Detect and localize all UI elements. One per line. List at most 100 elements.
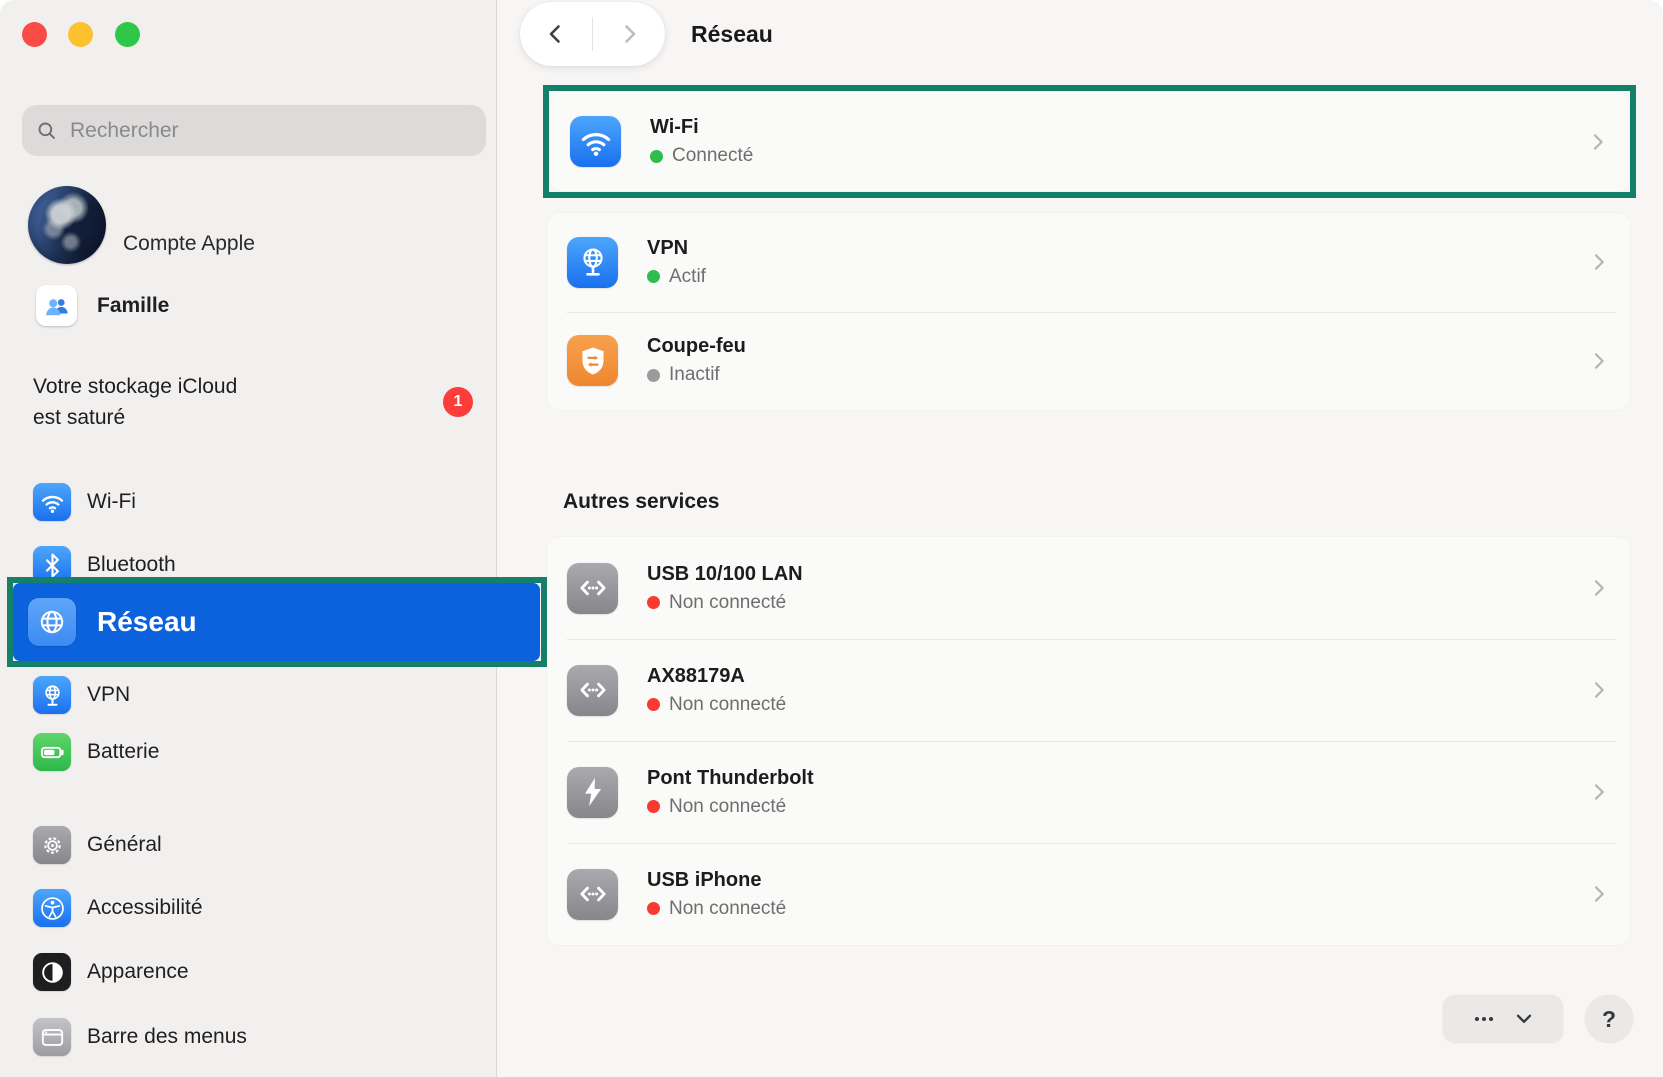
- status-label: Non connecté: [669, 694, 786, 716]
- menubar-icon: [33, 1018, 71, 1056]
- service-row-usb-lan[interactable]: USB 10/100 LAN Non connecté: [547, 537, 1630, 639]
- service-status: Inactif: [647, 364, 746, 386]
- bolt-icon: [567, 767, 618, 818]
- service-title: USB iPhone: [647, 869, 786, 892]
- appearance-icon: [33, 953, 71, 991]
- service-status: Non connecté: [647, 796, 814, 818]
- sidebar-item-bluetooth[interactable]: Bluetooth: [33, 546, 473, 584]
- service-title: Pont Thunderbolt: [647, 767, 814, 790]
- sidebar-item-vpn[interactable]: VPN: [33, 676, 473, 714]
- wifi-icon: [570, 116, 621, 167]
- sidebar-item-barre-menus[interactable]: Barre des menus: [33, 1018, 473, 1056]
- gear-icon: [33, 826, 71, 864]
- status-label: Actif: [669, 266, 706, 288]
- navigation-pill: [520, 2, 665, 66]
- system-settings-window: Compte Apple Famille Votre stockage iClo…: [0, 0, 1663, 1077]
- bluetooth-icon: [33, 546, 71, 584]
- chevron-right-icon: [1588, 679, 1610, 701]
- chevron-right-icon: [1588, 350, 1610, 372]
- sidebar-item-label: Apparence: [87, 960, 189, 984]
- status-label: Connecté: [672, 145, 753, 167]
- sidebar-item-wifi[interactable]: Wi-Fi: [33, 483, 473, 521]
- chevron-right-icon: [1588, 781, 1610, 803]
- chevron-right-icon: [1588, 883, 1610, 905]
- sidebar-item-label: Batterie: [87, 740, 159, 764]
- network-globe-icon: [28, 598, 76, 646]
- chevron-down-icon: [1513, 1008, 1535, 1030]
- vpn-globe-icon: [567, 237, 618, 288]
- shield-icon: [567, 335, 618, 386]
- search-icon: [36, 120, 58, 142]
- status-label: Inactif: [669, 364, 720, 386]
- status-dot-green: [650, 150, 663, 163]
- service-status: Connecté: [650, 145, 753, 167]
- chevron-right-icon: [1587, 131, 1609, 153]
- sidebar-item-reseau[interactable]: Réseau: [13, 583, 540, 661]
- service-row-vpn[interactable]: VPN Actif: [547, 213, 1630, 312]
- sidebar: Compte Apple Famille Votre stockage iClo…: [0, 0, 497, 1077]
- notification-badge: 1: [443, 387, 473, 417]
- icloud-notice-line2: est saturé: [33, 402, 237, 433]
- vpn-firewall-card: VPN Actif Coupe-feu Inactif: [547, 213, 1630, 410]
- more-options-button[interactable]: [1443, 995, 1563, 1043]
- adapter-icon: [567, 563, 618, 614]
- service-row-coupe-feu[interactable]: Coupe-feu Inactif: [547, 312, 1630, 411]
- sidebar-item-label: Réseau: [97, 606, 197, 638]
- battery-icon: [33, 733, 71, 771]
- sidebar-item-label: Barre des menus: [87, 1025, 247, 1049]
- sidebar-item-general[interactable]: Général: [33, 826, 473, 864]
- adapter-icon: [567, 665, 618, 716]
- service-title: Wi-Fi: [650, 116, 753, 139]
- service-row-ax88179a[interactable]: AX88179A Non connecté: [547, 639, 1630, 741]
- forward-button[interactable]: [593, 2, 665, 66]
- service-title: USB 10/100 LAN: [647, 563, 803, 586]
- other-services-card: USB 10/100 LAN Non connecté AX88179A Non co…: [547, 537, 1630, 945]
- apple-account-label[interactable]: Compte Apple: [123, 232, 255, 256]
- sidebar-item-label: Wi-Fi: [87, 490, 136, 514]
- section-title-autres-services: Autres services: [563, 490, 719, 514]
- sidebar-item-accessibilite[interactable]: Accessibilité: [33, 889, 473, 927]
- status-dot-green: [647, 270, 660, 283]
- service-status: Non connecté: [647, 694, 786, 716]
- service-row-usb-iphone[interactable]: USB iPhone Non connecté: [547, 843, 1630, 945]
- back-button[interactable]: [520, 2, 592, 66]
- wifi-icon: [33, 483, 71, 521]
- sidebar-item-batterie[interactable]: Batterie: [33, 733, 473, 771]
- service-title: AX88179A: [647, 665, 786, 688]
- status-dot-red: [647, 698, 660, 711]
- zoom-window-button[interactable]: [115, 22, 140, 47]
- status-dot-red: [647, 902, 660, 915]
- service-title: Coupe-feu: [647, 335, 746, 358]
- service-title: VPN: [647, 237, 706, 260]
- ellipsis-icon: [1471, 1006, 1497, 1032]
- family-icon[interactable]: [36, 285, 77, 326]
- sidebar-item-apparence[interactable]: Apparence: [33, 953, 473, 991]
- service-row-wifi[interactable]: Wi-Fi Connecté: [550, 92, 1629, 191]
- page-title: Réseau: [691, 21, 773, 48]
- status-label: Non connecté: [669, 592, 786, 614]
- accessibility-icon: [33, 889, 71, 927]
- sidebar-item-label: Bluetooth: [87, 553, 176, 577]
- apple-account-avatar[interactable]: [28, 186, 106, 264]
- icloud-notice-line1: Votre stockage iCloud: [33, 371, 237, 402]
- service-row-pont-thunderbolt[interactable]: Pont Thunderbolt Non connecté: [547, 741, 1630, 843]
- sidebar-item-label: Accessibilité: [87, 896, 203, 920]
- status-dot-gray: [647, 369, 660, 382]
- chevron-right-icon: [1588, 577, 1610, 599]
- status-label: Non connecté: [669, 796, 786, 818]
- adapter-icon: [567, 869, 618, 920]
- close-window-button[interactable]: [22, 22, 47, 47]
- service-status: Non connecté: [647, 898, 786, 920]
- status-dot-red: [647, 800, 660, 813]
- status-label: Non connecté: [669, 898, 786, 920]
- minimize-window-button[interactable]: [68, 22, 93, 47]
- service-status: Non connecté: [647, 592, 803, 614]
- help-button[interactable]: ?: [1585, 995, 1633, 1043]
- wifi-card: Wi-Fi Connecté: [550, 92, 1629, 191]
- vpn-globe-icon: [33, 676, 71, 714]
- search-input[interactable]: [68, 118, 472, 144]
- icloud-storage-notice[interactable]: Votre stockage iCloud est saturé: [33, 371, 237, 433]
- sidebar-item-famille[interactable]: Famille: [97, 294, 169, 318]
- search-field[interactable]: [22, 105, 486, 156]
- chevron-right-icon: [1588, 251, 1610, 273]
